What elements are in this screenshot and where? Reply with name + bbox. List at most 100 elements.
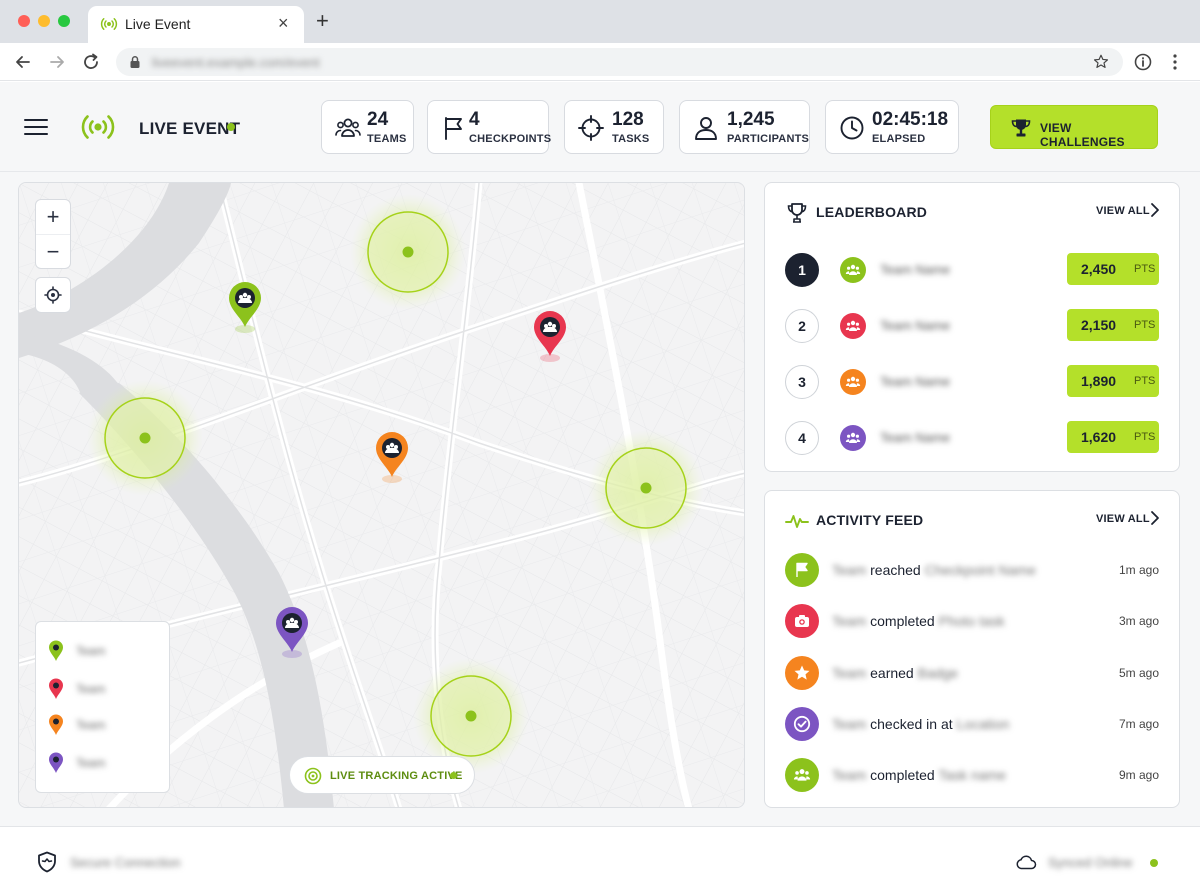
activity-item[interactable]: Team completed Photo task 3m ago — [765, 603, 1179, 639]
activity-time: 1m ago — [1118, 563, 1159, 577]
checkpoint-zone[interactable] — [350, 194, 466, 310]
tab-close-icon[interactable]: × — [278, 14, 289, 32]
more-menu-icon[interactable] — [1170, 52, 1180, 72]
locate-icon — [44, 286, 62, 304]
checkpoint-zone[interactable] — [588, 430, 704, 546]
close-window-button[interactable] — [18, 15, 30, 27]
reload-icon[interactable] — [81, 52, 101, 72]
footer-status-text: Secure Connection — [70, 855, 181, 870]
pulse-icon — [785, 515, 809, 528]
teams-icon — [335, 118, 361, 137]
crosshair-icon — [578, 115, 604, 141]
activity-verb: earned — [870, 665, 914, 681]
locate-button[interactable] — [35, 277, 71, 313]
zoom-out-button[interactable]: − — [36, 234, 70, 268]
team-avatar — [840, 313, 866, 339]
url-bar[interactable]: liveevent.example.com/event — [116, 48, 1123, 76]
stat-elapsed-label: ELAPSED — [872, 133, 926, 145]
live-map[interactable]: + − Team Team Team Team LIVE TRACKING AC… — [18, 182, 745, 808]
cloud-icon — [1016, 855, 1037, 870]
stat-teams-label: TEAMS — [367, 133, 407, 145]
app-footer: Secure Connection Synced Online — [0, 826, 1200, 896]
team-name: Team Name — [880, 374, 951, 389]
back-arrow-icon[interactable] — [13, 52, 33, 72]
leaderboard-row[interactable]: 4 Team Name 1,620 PTS — [765, 418, 1179, 458]
browser-tab-bar: Live Event × + — [0, 0, 1200, 43]
hamburger-menu-icon[interactable] — [24, 117, 48, 137]
view-challenges-label: VIEW CHALLENGES — [1040, 121, 1125, 149]
info-icon[interactable] — [1133, 52, 1153, 72]
activity-verb: completed — [870, 613, 935, 629]
tracking-status-dot — [450, 772, 457, 779]
teams-icon — [845, 320, 861, 331]
activity-verb: completed — [870, 767, 935, 783]
broadcast-icon — [100, 18, 118, 30]
activity-target: Task name — [938, 767, 1007, 783]
legend-label: Team — [76, 756, 106, 770]
broadcast-icon — [81, 115, 115, 139]
leaderboard-view-all-link[interactable]: VIEW ALL — [1096, 205, 1150, 217]
minimize-window-button[interactable] — [38, 15, 50, 27]
star-icon — [794, 665, 810, 680]
stat-checkpoints-label: CHECKPOINTS — [469, 133, 552, 145]
points-badge: 2,150 PTS — [1067, 309, 1159, 341]
activity-feed-card: ACTIVITY FEED VIEW ALL Team reached Chec… — [764, 490, 1180, 808]
activity-avatar — [785, 707, 819, 741]
points-unit: PTS — [1134, 319, 1156, 331]
teams-icon — [845, 264, 861, 275]
points-badge: 1,620 PTS — [1067, 421, 1159, 453]
activity-text: Team earned Badge — [832, 665, 958, 681]
rank-badge: 2 — [785, 309, 819, 343]
leaderboard-row[interactable]: 1 Team Name 2,450 PTS — [765, 250, 1179, 290]
activity-team: Team — [832, 665, 867, 681]
activity-item[interactable]: Team reached Checkpoint Name 1m ago — [765, 552, 1179, 588]
live-status-dot — [227, 123, 235, 131]
legend-item: Team — [48, 678, 158, 700]
stat-checkpoints-value: 4 — [469, 109, 480, 130]
activity-avatar — [785, 656, 819, 690]
stat-participants-label: PARTICIPANTS — [727, 133, 810, 145]
trophy-icon — [1011, 119, 1031, 137]
zoom-in-button[interactable]: + — [36, 200, 70, 234]
legend-item: Team — [48, 640, 158, 662]
points-value: 2,150 — [1081, 317, 1117, 333]
team-avatar — [840, 257, 866, 283]
leaderboard-row[interactable]: 2 Team Name 2,150 PTS — [765, 306, 1179, 346]
maximize-window-button[interactable] — [58, 15, 70, 27]
activity-time: 7m ago — [1118, 717, 1159, 731]
view-challenges-button[interactable]: VIEW CHALLENGES — [990, 105, 1158, 149]
leaderboard-row[interactable]: 3 Team Name 1,890 PTS — [765, 362, 1179, 402]
legend-item: Team — [48, 714, 158, 736]
team-avatar — [840, 369, 866, 395]
activity-item[interactable]: Team completed Task name 9m ago — [765, 757, 1179, 793]
new-tab-button[interactable]: + — [316, 10, 329, 32]
points-value: 2,450 — [1081, 261, 1117, 277]
browser-toolbar: liveevent.example.com/event — [0, 43, 1200, 81]
activity-item[interactable]: Team checked in at Location 7m ago — [765, 706, 1179, 742]
flag-icon — [796, 562, 808, 577]
activity-text: Team completed Task name — [832, 767, 1006, 783]
activity-view-all-link[interactable]: VIEW ALL — [1096, 513, 1150, 525]
activity-text: Team checked in at Location — [832, 716, 1009, 732]
footer-sync-text: Synced Online — [1048, 855, 1133, 870]
activity-target: Badge — [917, 665, 959, 681]
bookmark-star-icon[interactable] — [1092, 53, 1110, 71]
team-name: Team Name — [880, 318, 951, 333]
tab-title: Live Event — [125, 16, 191, 32]
chevron-right-icon[interactable] — [1148, 202, 1162, 218]
checkpoint-zone[interactable] — [87, 380, 203, 496]
shield-icon — [38, 851, 56, 873]
leaderboard-card: LEADERBOARD VIEW ALL 1 Team Name 2,450 P… — [764, 182, 1180, 472]
activity-item[interactable]: Team earned Badge 5m ago — [765, 655, 1179, 691]
check-icon — [793, 715, 811, 733]
legend-item: Team — [48, 752, 158, 774]
legend-label: Team — [76, 682, 106, 696]
live-tracking-badge: LIVE TRACKING ACTIVE — [289, 756, 475, 794]
leaderboard-title: LEADERBOARD — [816, 204, 928, 220]
forward-arrow-icon[interactable] — [47, 52, 67, 72]
activity-time: 9m ago — [1118, 768, 1159, 782]
chevron-right-icon[interactable] — [1148, 510, 1162, 526]
page-title: LIVE EVENT — [139, 119, 241, 138]
team-name: Team Name — [880, 430, 951, 445]
browser-tab[interactable]: Live Event × — [88, 6, 304, 43]
